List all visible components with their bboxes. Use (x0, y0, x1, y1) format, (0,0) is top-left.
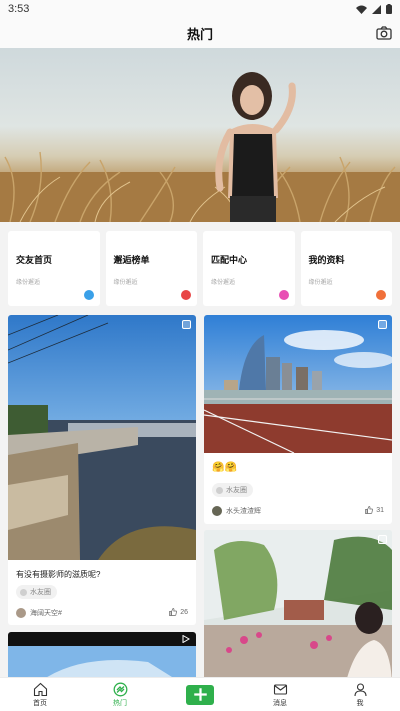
quick-entry-subtitle: 缘份邂逅 (308, 280, 333, 286)
post-author[interactable]: 水头渣渣辉 (212, 506, 261, 516)
plus-icon (193, 688, 207, 701)
nav-home[interactable]: 首页 (0, 678, 80, 711)
page-title: 热门 (186, 26, 213, 42)
post-caption: 🤗🤗 (212, 462, 237, 473)
post-tag[interactable]: 水友圈 (16, 585, 57, 599)
avatar (16, 608, 26, 618)
post-card[interactable] (8, 632, 196, 677)
post-tag[interactable]: 水友圈 (212, 483, 253, 497)
post-author[interactable]: 海阔天空# (16, 608, 62, 618)
signal-icon (372, 4, 381, 14)
thumbs-up-icon (169, 608, 178, 616)
quick-entry-subtitle: 缘份邂逅 (211, 280, 236, 286)
nav-messages[interactable]: 消息 (240, 678, 320, 711)
quick-entry-subtitle: 缘份邂逅 (113, 280, 138, 286)
tag-dot-icon (216, 486, 223, 494)
post-tag-label: 水友圈 (30, 589, 51, 596)
post-card[interactable]: 🤗🤗 水友圈 水头渣渣辉 31 (204, 315, 392, 524)
video-play-icon (182, 635, 190, 643)
post-image (8, 632, 196, 677)
post-image (204, 315, 392, 453)
quick-entries: 交友首页 缘份邂逅 邂逅榜单 缘份邂逅 匹配中心 缘份邂逅 我的资料 缘份邂逅 (0, 222, 400, 312)
camera-icon[interactable] (376, 25, 392, 41)
thumbs-up-icon (365, 506, 374, 514)
like-button[interactable]: 26 (169, 608, 188, 616)
nav-hot[interactable]: 热门 (80, 678, 160, 711)
like-count: 31 (376, 506, 384, 514)
post-tag-label: 水友圈 (226, 487, 247, 494)
status-bar: 3:53 (0, 0, 400, 18)
hot-icon (113, 682, 127, 696)
chat-icon (83, 290, 94, 300)
author-name: 水头渣渣辉 (226, 508, 261, 515)
nav-label: 我 (356, 699, 364, 707)
nav-label: 热门 (113, 699, 127, 707)
battery-icon (386, 4, 392, 14)
quick-entry-match-center[interactable]: 匹配中心 缘份邂逅 (203, 231, 295, 306)
heart-icon (278, 290, 289, 300)
add-post-button[interactable] (186, 684, 214, 705)
like-count: 26 (180, 608, 188, 616)
app-header: 热门 (0, 18, 400, 48)
nav-me[interactable]: 我 (320, 678, 400, 711)
nav-label: 消息 (273, 699, 287, 707)
nav-label: 首页 (33, 699, 47, 707)
bottom-nav: 首页 热门 消息 我 (0, 677, 400, 711)
gallery-icon (378, 320, 387, 329)
nav-add[interactable] (160, 678, 240, 711)
quick-entry-title: 我的资料 (308, 255, 345, 265)
post-image (8, 315, 196, 560)
tag-dot-icon (20, 588, 27, 596)
quick-entry-my-profile[interactable]: 我的资料 缘份邂逅 (300, 231, 392, 306)
like-button[interactable]: 31 (365, 506, 384, 514)
wifi-icon (356, 5, 367, 14)
post-card[interactable] (204, 530, 392, 677)
banner-image[interactable] (0, 48, 400, 222)
quick-entry-encounter-ranking[interactable]: 邂逅榜单 缘份邂逅 (105, 231, 197, 306)
post-card[interactable]: 有没有摄影师的滋质呢? 水友圈 海阔天空# 26 (8, 315, 196, 625)
home-icon (33, 682, 47, 696)
feed: 有没有摄影师的滋质呢? 水友圈 海阔天空# 26 🤗🤗 水友圈 水头渣渣辉 31 (0, 312, 400, 677)
user-icon (353, 682, 367, 696)
author-name: 海阔天空# (30, 610, 62, 617)
post-image (204, 530, 392, 677)
gallery-icon (182, 320, 191, 329)
star-icon (181, 290, 191, 300)
quick-entry-title: 邂逅榜单 (113, 255, 150, 265)
post-caption: 有没有摄影师的滋质呢? (16, 570, 101, 579)
quick-entry-subtitle: 缘份邂逅 (16, 280, 41, 286)
person-image (215, 72, 296, 222)
profile-icon (376, 290, 386, 300)
quick-entry-dating-home[interactable]: 交友首页 缘份邂逅 (8, 231, 100, 306)
quick-entry-title: 匹配中心 (211, 255, 248, 265)
quick-entry-title: 交友首页 (16, 255, 53, 265)
avatar (212, 506, 222, 516)
gallery-icon (378, 535, 387, 544)
mail-icon (273, 683, 287, 695)
status-time: 3:53 (8, 3, 30, 15)
